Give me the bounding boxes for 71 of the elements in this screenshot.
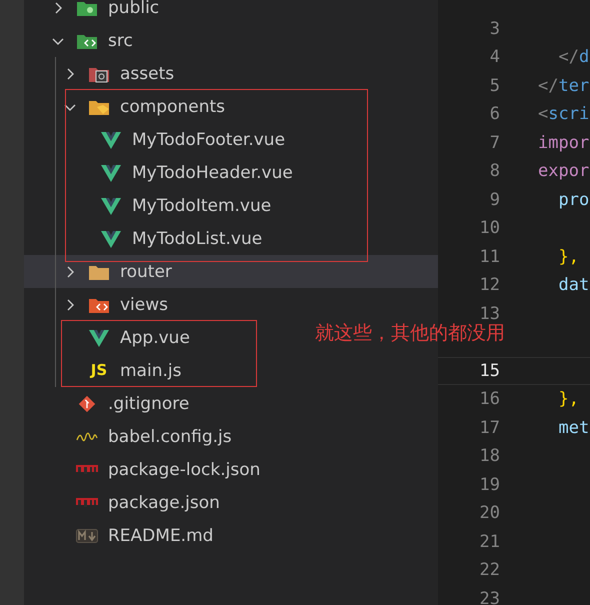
line-number: 18: [480, 446, 500, 466]
file-name: src: [108, 30, 133, 50]
v-logo-icon: [100, 164, 122, 182]
tree-item[interactable]: MyTodoFooter.vue: [74, 123, 286, 156]
line-number: 7: [490, 132, 500, 153]
file-name: MyTodoList.vue: [132, 228, 262, 248]
code-line: dat: [557, 275, 590, 296]
line-number: 5: [490, 76, 500, 96]
v-logo-icon: [100, 230, 122, 248]
v-logo-icon: [88, 328, 110, 346]
code-line: impor: [538, 132, 590, 153]
tree-item[interactable]: .gitignore: [50, 387, 190, 420]
line-number: 9: [490, 190, 500, 210]
code-line: <scri: [538, 104, 590, 124]
file-name: router: [120, 262, 172, 282]
tree-item[interactable]: MyTodoList.vue: [74, 222, 262, 255]
annotation-note: 就这些，其他的都没用: [315, 321, 505, 346]
file-name: MyTodoHeader.vue: [132, 162, 293, 182]
file-name: components: [120, 96, 226, 116]
tree-item[interactable]: components: [62, 90, 226, 123]
file-name: MyTodoItem.vue: [132, 196, 272, 216]
file-name: package.json: [108, 492, 220, 512]
file-name: babel.config.js: [108, 426, 232, 446]
file-name: package-lock.json: [108, 460, 260, 480]
code-line: },: [557, 246, 579, 267]
line-number: 22: [480, 560, 500, 580]
file-name: main.js: [120, 360, 182, 380]
tree-item[interactable]: assets: [62, 57, 174, 90]
tree-item[interactable]: App.vue: [62, 321, 190, 354]
code-line: expor: [538, 161, 590, 182]
line-number: 4: [490, 47, 500, 68]
v-logo-icon: [100, 196, 122, 214]
file-name: .gitignore: [108, 394, 190, 414]
tree-item[interactable]: views: [62, 288, 168, 321]
line-number: 10: [480, 218, 500, 238]
line-number: 15: [480, 360, 500, 381]
file-name: MyTodoFooter.vue: [132, 130, 286, 150]
line-number: 12: [480, 275, 500, 296]
v-logo-icon: [100, 130, 122, 148]
line-number: 19: [480, 474, 500, 495]
line-number: 17: [480, 418, 500, 438]
line-number: 23: [480, 588, 500, 605]
folder-icon: [76, 0, 98, 16]
code-line: met: [557, 418, 590, 438]
file-name: assets: [120, 64, 174, 84]
tree-item[interactable]: MyTodoItem.vue: [74, 189, 272, 222]
line-number: 11: [480, 246, 500, 267]
tree-item[interactable]: babel.config.js: [50, 420, 232, 453]
line-number: 6: [490, 104, 500, 124]
code-line: </d: [557, 47, 590, 68]
tree-item[interactable]: package-lock.json: [50, 453, 260, 486]
line-number: 3: [490, 18, 500, 39]
tree-item[interactable]: package.json: [50, 486, 220, 519]
code-line: </ter: [538, 76, 590, 96]
line-number: 16: [480, 389, 500, 410]
tree-item[interactable]: src: [50, 24, 133, 57]
line-number: 8: [490, 161, 500, 182]
tree-item[interactable]: README.md: [50, 519, 214, 552]
markdown-icon: [76, 526, 98, 544]
code-line: },: [557, 389, 579, 410]
line-number: 21: [480, 532, 500, 552]
git-diamond-icon: [76, 394, 98, 412]
tree-item[interactable]: JS main.js: [62, 354, 182, 387]
line-number: 13: [480, 304, 500, 324]
line-number: 20: [480, 503, 500, 524]
code-line: pro: [557, 190, 590, 210]
file-name: App.vue: [120, 328, 190, 348]
file-name: views: [120, 294, 168, 314]
file-name: README.md: [108, 526, 214, 546]
tree-item[interactable]: MyTodoHeader.vue: [74, 156, 293, 189]
js-icon: JS: [90, 363, 108, 378]
